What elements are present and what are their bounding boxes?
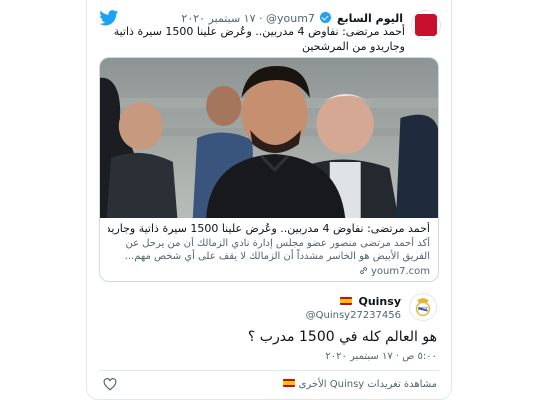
link-icon	[360, 267, 368, 275]
actions-divider	[99, 370, 439, 371]
youm7-avatar[interactable]	[411, 10, 441, 40]
tweet-author-handle[interactable]: @Quinsy27237456	[306, 310, 401, 321]
quinsy-avatar[interactable]: MCF	[409, 293, 437, 321]
link-card-domain-row[interactable]: youm7.com	[359, 266, 430, 277]
spain-flag-icon	[339, 297, 352, 305]
tweet-author-line[interactable]: Quinsy	[339, 295, 401, 308]
svg-text:MCF: MCF	[418, 307, 428, 313]
view-more-tweets-label[interactable]: مشاهدة تغريدات Quinsy الأخرى	[299, 379, 437, 390]
article-photo	[100, 58, 438, 218]
view-more-tweets-link[interactable]: مشاهدة تغريدات Quinsy الأخرى	[281, 379, 437, 390]
like-heart-icon[interactable]	[103, 378, 117, 391]
tweet-timestamp[interactable]: ٥:٠٠ ص · ١٧ سبتمبر ٢٠٢٠	[325, 351, 437, 362]
tweet-text: هو العالم كله في 1500 مدرب ؟	[247, 329, 437, 345]
embedded-tweet-card: اليوم السابع @youm7 · ١٧ سبتمبر ٢٠٢٠ أحم…	[86, 0, 452, 400]
link-preview-card[interactable]: أحمد مرتضى: نفاوض 4 مدربين.. وعُرض علينا…	[99, 57, 439, 282]
quoted-tweet-text: أحمد مرتضى: نفاوض 4 مدربين.. وعُرض علينا…	[113, 25, 405, 53]
link-card-domain[interactable]: youm7.com	[371, 266, 430, 277]
link-card-description: أكد أحمد مرتضى منصور عضو مجلس إدارة نادي…	[124, 238, 430, 262]
tweet-author-name[interactable]: Quinsy	[358, 295, 401, 308]
real-madrid-crest-icon: MCF	[415, 298, 431, 317]
spain-flag-icon	[283, 379, 296, 387]
link-card-title[interactable]: أحمد مرتضى: نفاوض 4 مدربين.. وعُرض علينا…	[108, 222, 430, 235]
verified-badge-icon	[320, 12, 332, 23]
youm7-logo	[415, 14, 437, 36]
